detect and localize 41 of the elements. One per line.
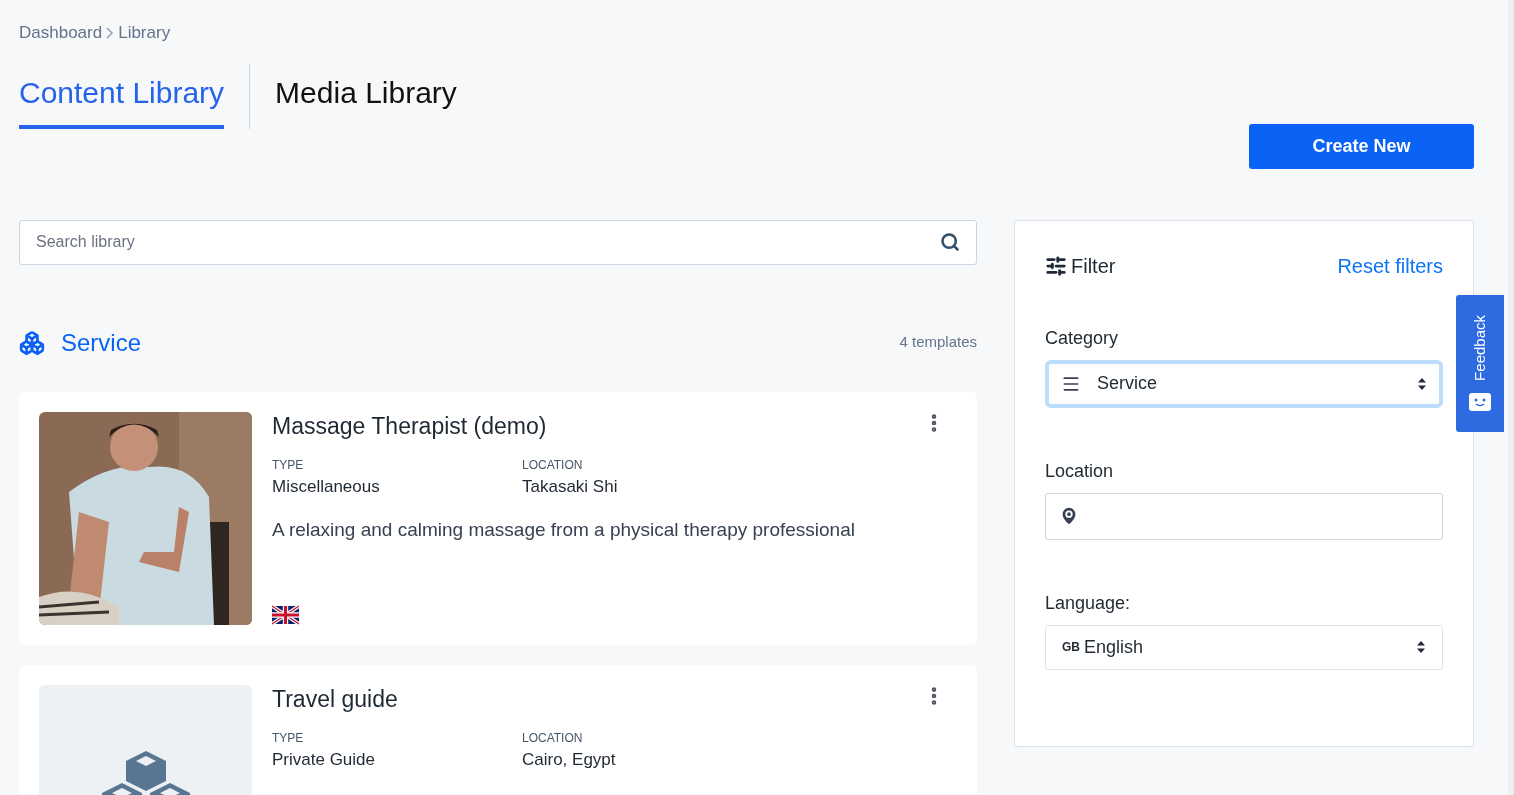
field-value: Takasaki Shi [522, 476, 619, 499]
card-title: Travel guide [272, 684, 398, 714]
field-value: Cairo, Egypt [522, 749, 617, 772]
card-title: Massage Therapist (demo) [272, 411, 547, 441]
field-label: TYPE [272, 457, 305, 475]
create-new-button[interactable]: Create New [1249, 123, 1474, 169]
field-value: Miscellaneous [272, 476, 381, 499]
category-select[interactable]: Service [1045, 359, 1443, 408]
search-icon [940, 232, 960, 252]
reset-filters-link[interactable]: Reset filters [1337, 250, 1443, 281]
sort-icon [1417, 376, 1427, 391]
feedback-tab[interactable]: Feedback [1456, 295, 1504, 432]
cubes-icon [19, 329, 45, 356]
breadcrumb-link[interactable]: Library [118, 20, 171, 46]
field-label: Location [1045, 459, 1115, 483]
language-select[interactable]: GB English [1045, 624, 1443, 670]
template-card[interactable]: Travel guide TYPE Private Guide LOCATION Cairo, Egypt [19, 664, 977, 795]
field-label: Language: [1045, 591, 1132, 615]
language-code: GB [1062, 639, 1080, 656]
field-label: TYPE [272, 730, 305, 748]
select-value: English [1084, 635, 1144, 659]
breadcrumb-link[interactable]: Dashboard [19, 20, 103, 46]
filter-icon [1045, 254, 1067, 277]
template-card[interactable]: Massage Therapist (demo) TYPE Miscellaneous LOCATION Takasaki Shi A relaxing and calming massage from a physical therapy professional [19, 391, 977, 645]
field-label: LOCATION [522, 457, 584, 475]
card-description: A relaxing and calming massage from a physical therapy professional [272, 517, 856, 542]
search-field[interactable]: Search library [19, 219, 977, 265]
chevron-icon [106, 26, 115, 39]
select-value: Service [1097, 372, 1158, 395]
library-tab[interactable]: Media Library [275, 63, 457, 129]
section-title: Service [61, 327, 142, 358]
smiley-icon [1468, 392, 1492, 413]
template-count: 4 templates [899, 332, 977, 353]
sort-icon [1416, 640, 1426, 654]
location-field[interactable] [1045, 492, 1443, 540]
field-label: Category [1045, 326, 1120, 350]
field-value: Private Guide [272, 749, 376, 772]
filter-title: Filter [1071, 253, 1116, 279]
field-label: LOCATION [522, 730, 584, 748]
search-input[interactable]: Search library [36, 230, 940, 254]
library-tab[interactable]: Content Library [19, 63, 225, 129]
